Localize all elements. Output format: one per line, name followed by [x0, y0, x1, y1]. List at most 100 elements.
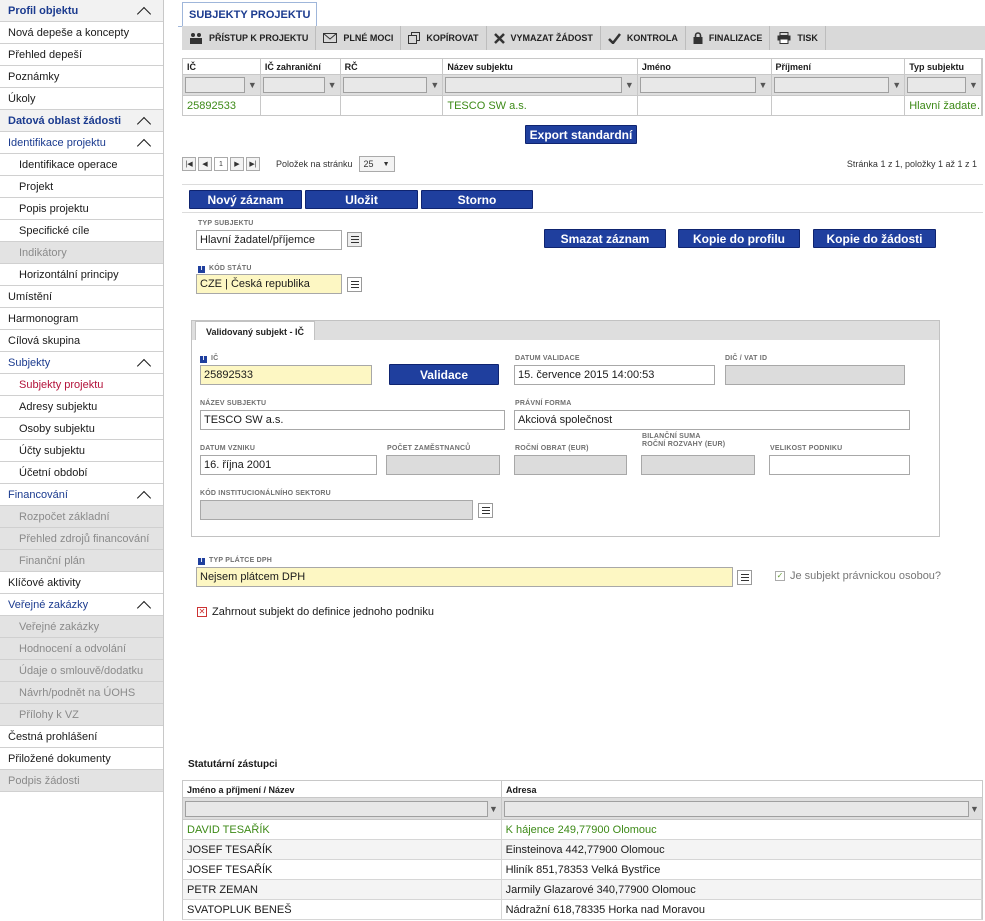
- grid-column-header[interactable]: Jméno: [638, 59, 772, 74]
- toolbar-button[interactable]: FINALIZACE: [686, 26, 771, 50]
- grid-column-header[interactable]: IČ zahraniční: [261, 59, 341, 74]
- sidebar-item[interactable]: Popis projektu: [0, 198, 163, 220]
- sidebar-item[interactable]: Úkoly: [0, 88, 163, 110]
- filter-icon[interactable]: ▼: [429, 77, 440, 93]
- grid-column-header[interactable]: Typ subjektu: [905, 59, 982, 74]
- filter-input[interactable]: [185, 800, 488, 817]
- chevron-up-icon[interactable]: [136, 490, 152, 505]
- last-page-button[interactable]: ▶|: [246, 157, 260, 171]
- sidebar-item[interactable]: Subjekty projektu: [0, 374, 163, 396]
- sidebar-item[interactable]: Veřejné zakázky: [0, 594, 163, 616]
- filter-icon[interactable]: ▼: [758, 77, 769, 93]
- copy-to-request-button[interactable]: Kopie do žádosti: [813, 229, 936, 248]
- filter-input[interactable]: [773, 77, 890, 93]
- typ-platce-dph-field[interactable]: Nejsem plátcem DPH: [196, 567, 733, 587]
- chevron-up-icon[interactable]: [136, 138, 152, 153]
- list-icon[interactable]: [737, 570, 752, 585]
- sidebar-item[interactable]: Adresy subjektu: [0, 396, 163, 418]
- pravni-forma-field[interactable]: Akciová společnost: [514, 410, 910, 430]
- chevron-up-icon[interactable]: [136, 600, 152, 615]
- toolbar-button[interactable]: TISK: [770, 26, 826, 50]
- tab-subjekty-projektu[interactable]: SUBJEKTY PROJEKTU: [182, 2, 318, 27]
- sidebar-item[interactable]: Přehled zdrojů financování: [0, 528, 163, 550]
- grid-column-header[interactable]: Název subjektu: [443, 59, 638, 74]
- toolbar-button[interactable]: KONTROLA: [601, 26, 686, 50]
- filter-input[interactable]: [445, 77, 622, 93]
- filter-input[interactable]: [185, 77, 245, 93]
- copy-to-profile-button[interactable]: Kopie do profilu: [678, 229, 800, 248]
- sidebar-item[interactable]: Projekt: [0, 176, 163, 198]
- sidebar-item[interactable]: Klíčové aktivity: [0, 572, 163, 594]
- toolbar-button[interactable]: PŘÍSTUP K PROJEKTU: [182, 26, 317, 50]
- cancel-button[interactable]: Storno: [421, 190, 533, 209]
- grid-column-header[interactable]: Příjmení: [772, 59, 906, 74]
- table-row[interactable]: PETR ZEMAN Jarmily Glazarové 340,77900 Ol…: [182, 880, 983, 900]
- sidebar-item[interactable]: Rozpočet základní: [0, 506, 163, 528]
- grid-column-header[interactable]: IČ: [183, 59, 261, 74]
- sidebar-item[interactable]: Účty subjektu: [0, 440, 163, 462]
- sidebar-item[interactable]: Návrh/podnět na ÚOHS: [0, 682, 163, 704]
- toolbar-button[interactable]: VYMAZAT ŽÁDOST: [487, 26, 601, 50]
- pocet-zamestnancu-field[interactable]: [386, 455, 500, 475]
- sidebar-item[interactable]: Údaje o smlouvě/dodatku: [0, 660, 163, 682]
- dic-field[interactable]: [725, 365, 905, 385]
- sidebar-item[interactable]: Hodnocení a odvolání: [0, 638, 163, 660]
- table-row[interactable]: SVATOPLUK BENEŠ Nádražní 618,78335 Horka …: [182, 900, 983, 920]
- filter-input[interactable]: [907, 77, 966, 93]
- sidebar-item[interactable]: Subjekty: [0, 352, 163, 374]
- prev-page-button[interactable]: ◀: [198, 157, 212, 171]
- filter-icon[interactable]: ▼: [488, 801, 499, 817]
- pravnicka-osoba-checkbox[interactable]: ✓ Je subjekt právnickou osobou?: [775, 570, 941, 582]
- validate-button[interactable]: Validace: [389, 364, 499, 385]
- datum-validace-field[interactable]: 15. července 2015 14:00:53: [514, 365, 715, 385]
- sidebar-item[interactable]: Nová depeše a koncepty: [0, 22, 163, 44]
- filter-icon[interactable]: ▼: [247, 77, 258, 93]
- kod-statu-field[interactable]: CZE | Česká republika: [196, 274, 342, 294]
- typ-subjektu-field[interactable]: Hlavní žadatel/příjemce: [196, 230, 342, 250]
- sidebar-item[interactable]: Datová oblast žádosti: [0, 110, 163, 132]
- list-icon[interactable]: [347, 232, 362, 247]
- sidebar-item[interactable]: Poznámky: [0, 66, 163, 88]
- table-row[interactable]: JOSEF TESAŘÍK Hliník 851,78353 Velká Byst…: [182, 860, 983, 880]
- sidebar-item[interactable]: Cílová skupina: [0, 330, 163, 352]
- datum-vzniku-field[interactable]: 16. října 2001: [200, 455, 377, 475]
- sidebar-item[interactable]: Účetní období: [0, 462, 163, 484]
- ic-field[interactable]: 25892533: [200, 365, 372, 385]
- new-record-button[interactable]: Nový záznam: [189, 190, 302, 209]
- chevron-up-icon[interactable]: [136, 116, 152, 131]
- velikost-podniku-field[interactable]: [769, 455, 910, 475]
- filter-input[interactable]: [262, 77, 325, 93]
- chevron-up-icon[interactable]: [136, 6, 152, 21]
- table-row[interactable]: 25892533 TESCO SW a.s. Hlavní žadate…: [182, 96, 983, 116]
- list-icon[interactable]: [478, 503, 493, 518]
- sidebar-item[interactable]: Specifické cíle: [0, 220, 163, 242]
- sidebar-item[interactable]: Identifikace operace: [0, 154, 163, 176]
- save-button[interactable]: Uložit: [305, 190, 418, 209]
- sidebar-item[interactable]: Osoby subjektu: [0, 418, 163, 440]
- toolbar-button[interactable]: PLNÉ MOCI: [316, 26, 402, 50]
- filter-icon[interactable]: ▼: [969, 801, 980, 817]
- nazev-subjektu-field[interactable]: TESCO SW a.s.: [200, 410, 505, 430]
- chevron-up-icon[interactable]: [136, 358, 152, 373]
- sidebar-item[interactable]: Čestná prohlášení: [0, 726, 163, 748]
- sidebar-item[interactable]: Přiložené dokumenty: [0, 748, 163, 770]
- delete-record-button[interactable]: Smazat záznam: [544, 229, 666, 248]
- toolbar-button[interactable]: KOPÍROVAT: [401, 26, 487, 50]
- sidebar-item[interactable]: Veřejné zakázky: [0, 616, 163, 638]
- bilancni-suma-field[interactable]: [641, 455, 755, 475]
- export-button[interactable]: Export standardní: [525, 125, 637, 144]
- per-page-select[interactable]: 25 ▼: [358, 156, 395, 172]
- table-row[interactable]: JOSEF TESAŘÍK Einsteinova 442,77900 Olomo…: [182, 840, 983, 860]
- grid-column-header[interactable]: RČ: [341, 59, 444, 74]
- filter-icon[interactable]: ▼: [327, 77, 338, 93]
- sidebar-item[interactable]: Indikátory: [0, 242, 163, 264]
- list-icon[interactable]: [347, 277, 362, 292]
- rocni-obrat-field[interactable]: [514, 455, 627, 475]
- sidebar-item[interactable]: Přehled depeší: [0, 44, 163, 66]
- sidebar-item[interactable]: Harmonogram: [0, 308, 163, 330]
- sidebar-item[interactable]: Financování: [0, 484, 163, 506]
- filter-input[interactable]: [504, 800, 969, 817]
- sidebar-item[interactable]: Přílohy k VZ: [0, 704, 163, 726]
- sidebar-item[interactable]: Profil objektu: [0, 0, 163, 22]
- sidebar-item[interactable]: Podpis žádosti: [0, 770, 163, 792]
